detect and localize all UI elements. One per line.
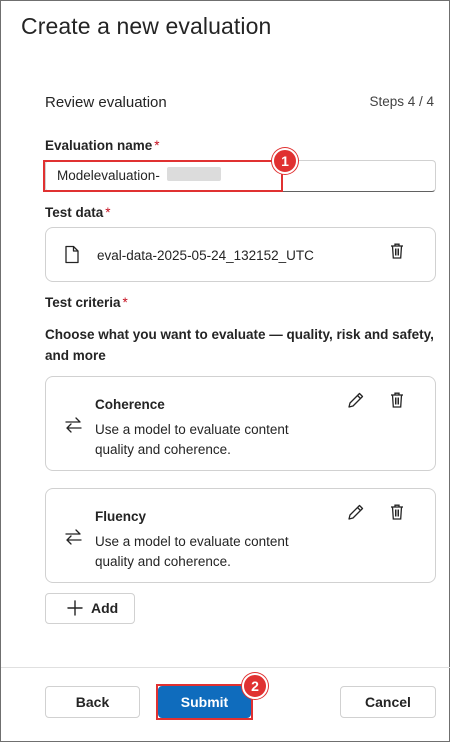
criteria-description-coherence: Use a model to evaluate content quality … [95, 422, 289, 457]
annotation-highlight-name [43, 160, 283, 192]
cancel-button[interactable]: Cancel [340, 686, 436, 718]
criteria-title-fluency: Fluency [95, 509, 147, 524]
steps-indicator: Steps 4 / 4 [369, 94, 434, 109]
footer-divider [1, 667, 450, 668]
annotation-badge-1: 1 [272, 148, 298, 174]
test-data-file-name: eval-data-2025-05-24_132152_UTC [97, 248, 314, 263]
arrows-swap-icon [65, 417, 82, 433]
required-mark: * [122, 295, 128, 310]
edit-icon[interactable] [347, 504, 364, 521]
document-icon [65, 245, 79, 264]
arrows-swap-icon [65, 529, 82, 545]
add-criteria-button[interactable] [45, 593, 135, 624]
evaluation-name-label: Evaluation name * [45, 138, 160, 153]
back-button[interactable]: Back [45, 686, 140, 718]
annotation-badge-2: 2 [242, 673, 268, 699]
plus-icon [67, 600, 83, 616]
test-criteria-description: Choose what you want to evaluate — quali… [45, 327, 434, 363]
criteria-title-coherence: Coherence [95, 397, 165, 412]
add-button-label: Add [91, 600, 119, 616]
review-heading: Review evaluation [45, 94, 167, 111]
trash-icon[interactable] [390, 504, 404, 520]
criteria-description-fluency: Use a model to evaluate content quality … [95, 534, 289, 569]
test-data-label: Test data * [45, 205, 111, 220]
trash-icon[interactable] [390, 392, 404, 408]
dialog: Create a new evaluation Review evaluatio… [0, 0, 450, 742]
required-mark: * [105, 205, 111, 220]
dialog-title: Create a new evaluation [21, 13, 272, 39]
test-criteria-label: Test criteria * [45, 295, 128, 310]
edit-icon[interactable] [347, 392, 364, 409]
required-mark: * [154, 138, 160, 153]
annotation-highlight-submit [156, 684, 253, 720]
trash-icon[interactable] [390, 243, 404, 259]
